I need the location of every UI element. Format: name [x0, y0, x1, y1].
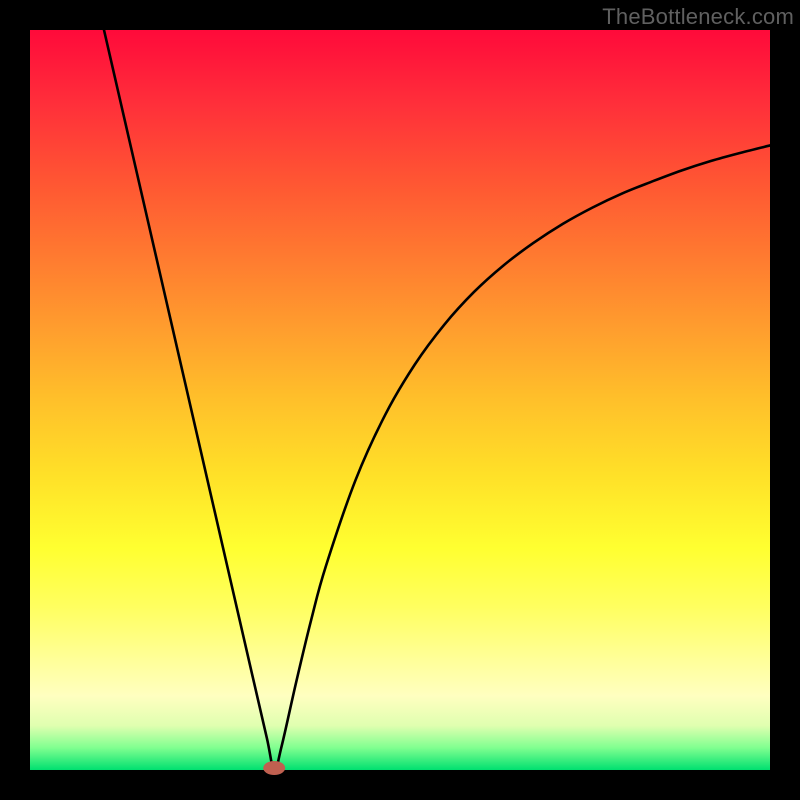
curve-path — [104, 30, 770, 770]
optimum-marker — [263, 761, 285, 775]
bottleneck-curve — [30, 30, 770, 770]
chart-plot-area — [30, 30, 770, 770]
attribution-label: TheBottleneck.com — [602, 4, 794, 30]
